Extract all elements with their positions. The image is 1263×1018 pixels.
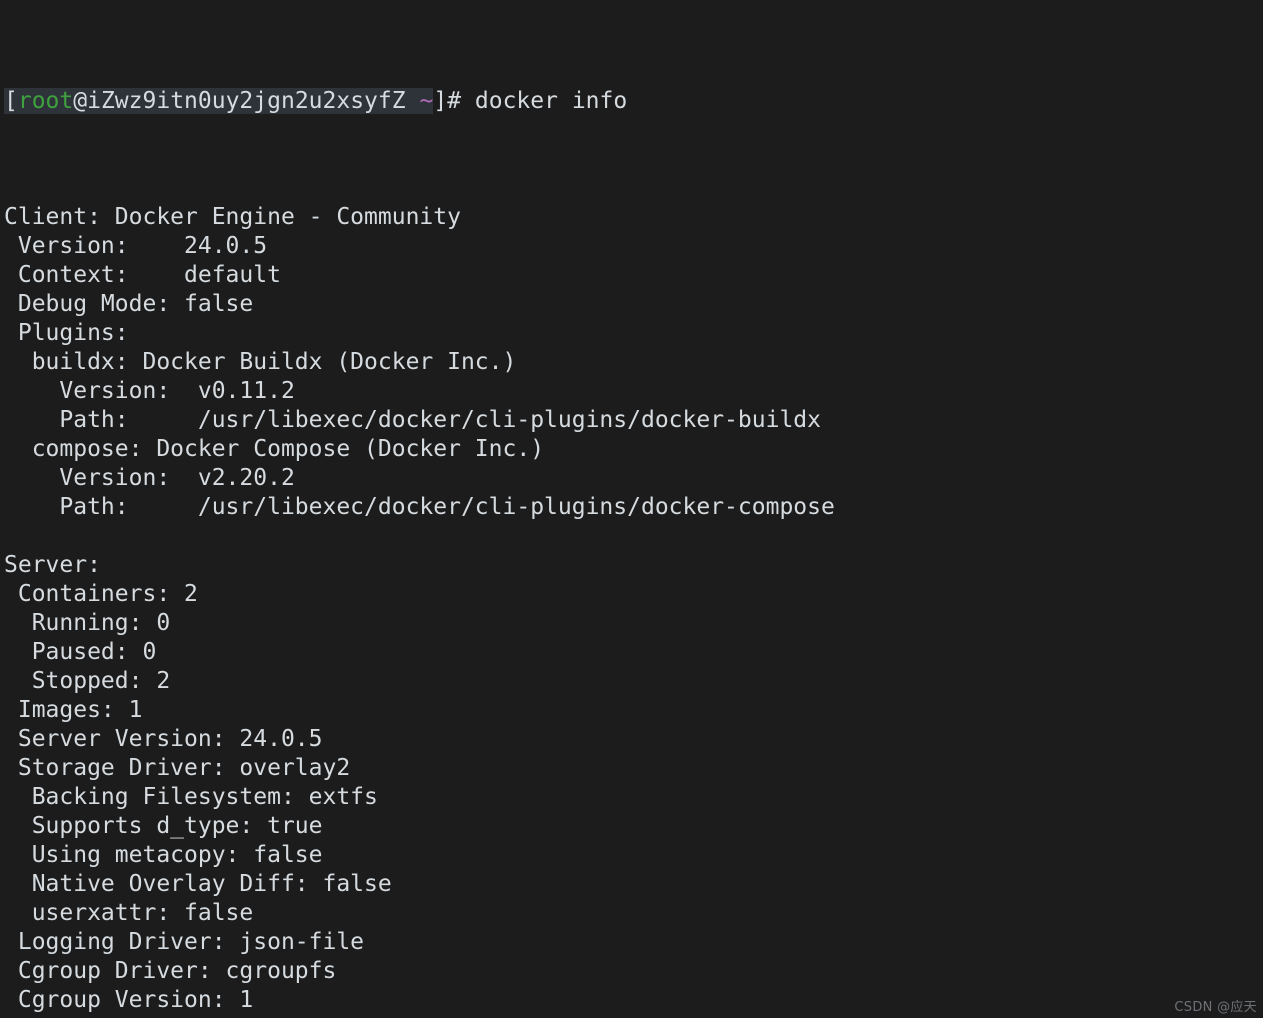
output-line: Client: Docker Engine - Community [4,204,461,230]
output-line: Images: 1 [4,697,143,723]
output-line: Containers: 2 [4,581,198,607]
output-line: Version: v2.20.2 [4,465,295,491]
output-line: Server Version: 24.0.5 [4,726,323,752]
prompt-line: [root@iZwz9itn0uy2jgn2u2xsyfZ ~]# docker… [4,87,1259,116]
output-line: Debug Mode: false [4,291,254,317]
output-line: Stopped: 2 [4,668,171,694]
csdn-watermark: CSDN @应天 [1174,1000,1257,1015]
output-line: Path: /usr/libexec/docker/cli-plugins/do… [4,407,821,433]
output-line: Cgroup Version: 1 [4,987,254,1013]
output-line: userxattr: false [4,900,254,926]
command-output: Client: Docker Engine - Community Versio… [4,203,1259,1018]
output-line: Paused: 0 [4,639,157,665]
prompt-cwd: ~ [419,88,434,114]
prompt-user: root [17,88,74,114]
prompt-open-bracket: [ [4,88,18,114]
output-line: Native Overlay Diff: false [4,871,392,897]
prompt-highlight: [root@iZwz9itn0uy2jgn2u2xsyfZ ~ [4,88,434,114]
output-line: Using metacopy: false [4,842,323,868]
output-line: Path: /usr/libexec/docker/cli-plugins/do… [4,494,835,520]
output-line: Supports d_type: true [4,813,323,839]
output-line: Cgroup Driver: cgroupfs [4,958,337,984]
output-line: Plugins: [4,320,129,346]
output-line: Server: [4,552,101,578]
output-line: Running: 0 [4,610,171,636]
prompt-host: iZwz9itn0uy2jgn2u2xsyfZ [87,88,406,114]
output-line: Backing Filesystem: extfs [4,784,378,810]
output-line: Version: v0.11.2 [4,378,295,404]
output-line: buildx: Docker Buildx (Docker Inc.) [4,349,517,375]
output-line: compose: Docker Compose (Docker Inc.) [4,436,545,462]
prompt-close-bracket: ] [433,88,448,114]
prompt-command: docker info [461,88,628,114]
output-blank-line [4,522,1259,551]
prompt-at: @ [73,88,88,114]
output-line: Version: 24.0.5 [4,233,268,259]
prompt-sigil: # [447,88,462,114]
output-line: Logging Driver: json-file [4,929,365,955]
output-line: Context: default [4,262,281,288]
output-line: Storage Driver: overlay2 [4,755,351,781]
terminal-window: [root@iZwz9itn0uy2jgn2u2xsyfZ ~]# docker… [0,0,1263,1018]
terminal-screen[interactable]: [root@iZwz9itn0uy2jgn2u2xsyfZ ~]# docker… [4,0,1259,1018]
